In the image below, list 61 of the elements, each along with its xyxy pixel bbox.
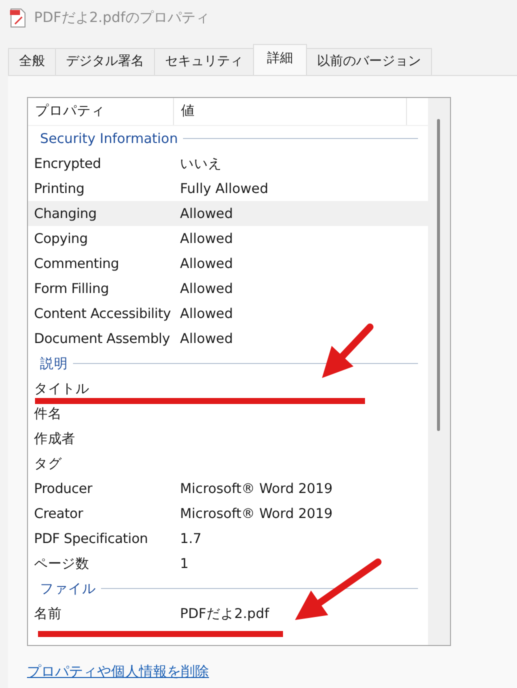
annotation-arrow — [322, 324, 374, 378]
property-name: Changing — [34, 206, 98, 222]
property-name: Creator — [34, 506, 84, 522]
property-value: Allowed — [180, 330, 234, 346]
group-header: 説明 — [40, 354, 68, 372]
property-value: Microsoft® Word 2019 — [180, 506, 334, 522]
property-name: 名前 — [34, 604, 63, 622]
remove-properties-link[interactable]: プロパティや個人情報を削除 — [27, 663, 209, 681]
property-name: Form Filling — [34, 280, 110, 296]
property-name: タイトル — [34, 380, 90, 398]
property-name: Encrypted — [34, 156, 102, 172]
property-name: PDF Specification — [34, 530, 149, 546]
property-value: Allowed — [180, 230, 234, 246]
property-value: Allowed — [180, 280, 234, 296]
property-value: いいえ — [180, 154, 223, 172]
selected-row[interactable]: Changing Allowed — [28, 201, 428, 226]
list-row[interactable]: Content Accessibility Allowed — [28, 301, 428, 326]
list-row[interactable]: Producer Microsoft® Word 2019 — [28, 476, 428, 501]
property-name: タグ — [34, 454, 63, 472]
property-value: Allowed — [180, 306, 234, 322]
property-name: 作成者 — [34, 430, 76, 448]
property-name: 件名 — [34, 404, 63, 422]
window-title: PDFだよ2.pdfのプロパティ — [34, 9, 210, 27]
pdf-file-icon — [10, 8, 26, 28]
property-value: Microsoft® Word 2019 — [180, 480, 334, 496]
list-row[interactable]: Creator Microsoft® Word 2019 — [28, 501, 428, 526]
list-row[interactable]: Encrypted いいえ — [28, 151, 428, 176]
list-row[interactable]: Form Filling Allowed — [28, 276, 428, 301]
property-name: Producer — [34, 480, 94, 496]
property-name: Document Assembly — [34, 330, 171, 346]
column-header[interactable]: プロパティ — [28, 98, 174, 125]
tab[interactable]: 以前のバージョン — [306, 48, 432, 75]
property-name: Content Accessibility — [34, 306, 172, 322]
list-row[interactable]: Document Assembly Allowed — [28, 326, 428, 351]
property-value: PDFだよ2.pdf — [180, 604, 270, 622]
property-name: Copying — [34, 230, 89, 246]
scrollbar-thumb[interactable] — [437, 119, 440, 431]
scrollbar[interactable] — [428, 98, 450, 645]
list-row[interactable]: 件名 — [28, 401, 428, 426]
column-header[interactable]: 値 — [174, 98, 407, 125]
list-row[interactable]: ページ数 1 — [28, 551, 428, 576]
property-value: Allowed — [180, 256, 234, 272]
property-value: 1 — [180, 556, 190, 572]
list-row[interactable]: Printing Fully Allowed — [28, 176, 428, 201]
list-row[interactable]: PDF Specification 1.7 — [28, 526, 428, 551]
list-row[interactable]: タグ — [28, 451, 428, 476]
property-value: 1.7 — [180, 530, 202, 546]
property-value: Fully Allowed — [180, 180, 270, 196]
property-value: Allowed — [180, 206, 234, 222]
property-name: ページ数 — [34, 554, 90, 572]
list-row[interactable]: タイトル — [28, 376, 428, 401]
list-row[interactable]: 名前 PDFだよ2.pdf — [28, 601, 428, 626]
property-name: Commenting — [34, 256, 120, 272]
tab[interactable]: 全般 — [8, 48, 56, 75]
property-name: Printing — [34, 180, 86, 196]
list-row[interactable]: Commenting Allowed — [28, 251, 428, 276]
list-row[interactable]: Copying Allowed — [28, 226, 428, 251]
list-row[interactable]: 作成者 — [28, 426, 428, 451]
group-header: ファイル — [40, 580, 96, 598]
tab[interactable]: 詳細 — [253, 44, 307, 75]
group-header: Security Information — [40, 130, 178, 146]
